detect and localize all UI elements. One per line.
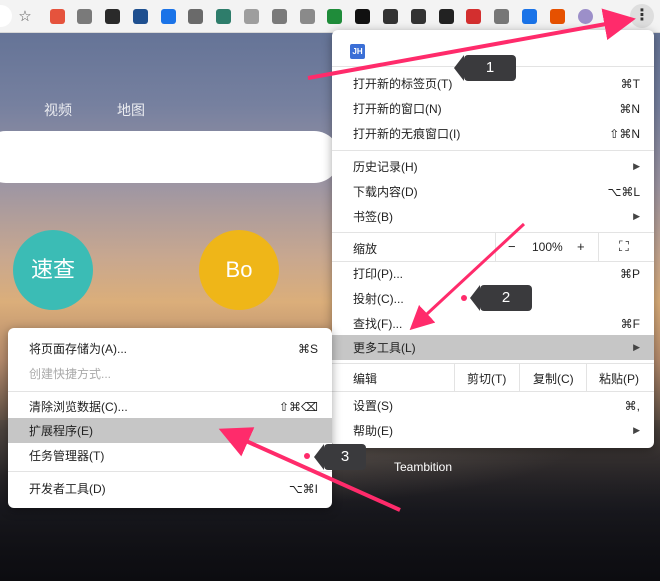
step-2-badge: 2 — [480, 285, 532, 311]
step-3-badge: 3 — [324, 444, 366, 470]
arrow-3 — [218, 427, 401, 512]
annotation-arrows — [218, 8, 636, 512]
step-3-dot — [304, 453, 310, 459]
step-3-tip — [314, 444, 324, 470]
step-2-dot — [461, 295, 467, 301]
step-1-tip — [454, 55, 464, 81]
step-2-tip — [470, 285, 480, 311]
step-1-badge: 1 — [464, 55, 516, 81]
